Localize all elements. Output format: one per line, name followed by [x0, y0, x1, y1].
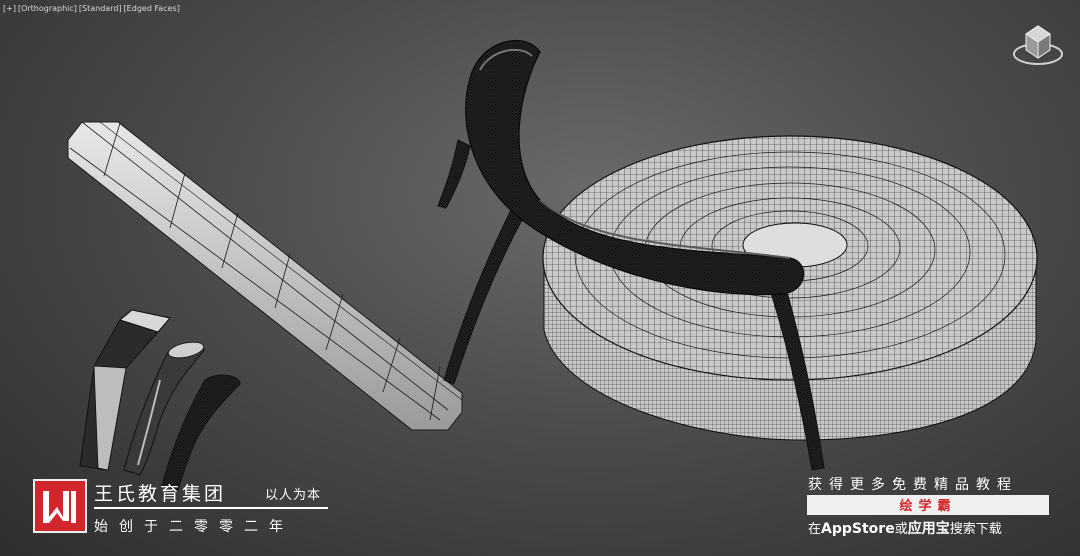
- beam-mesh[interactable]: [67, 121, 463, 431]
- scene-3d[interactable]: [0, 0, 1080, 556]
- promo-store-appstore: AppStore: [821, 521, 895, 537]
- wangshi-logo-icon: [33, 479, 87, 533]
- promo-app-bar: 绘学霸: [807, 495, 1049, 515]
- promo-suffix: 搜索下载: [949, 522, 1002, 537]
- promo-app-name: 绘学霸: [899, 499, 957, 514]
- promo-download-line: 在AppStore或应用宝搜索下载: [808, 518, 1002, 538]
- brand-founded: 始创于二零零二年: [94, 519, 294, 535]
- viewcube-icon[interactable]: [1012, 20, 1064, 68]
- brand-slogan: 以人为本: [265, 488, 322, 503]
- promo-prefix: 在: [808, 522, 822, 537]
- leg-mesh-smooth[interactable]: [161, 374, 241, 491]
- brand-divider: [94, 507, 328, 509]
- promo-or: 或: [894, 522, 908, 537]
- promo-headline: 获得更多免费精品教程: [808, 477, 1018, 493]
- brand-name: 王氏教育集团: [94, 483, 227, 505]
- viewport[interactable]: [+] [Orthographic] [Standard] [Edged Faces]: [0, 0, 1080, 556]
- promo-store-yingyongbao: 应用宝: [907, 521, 950, 537]
